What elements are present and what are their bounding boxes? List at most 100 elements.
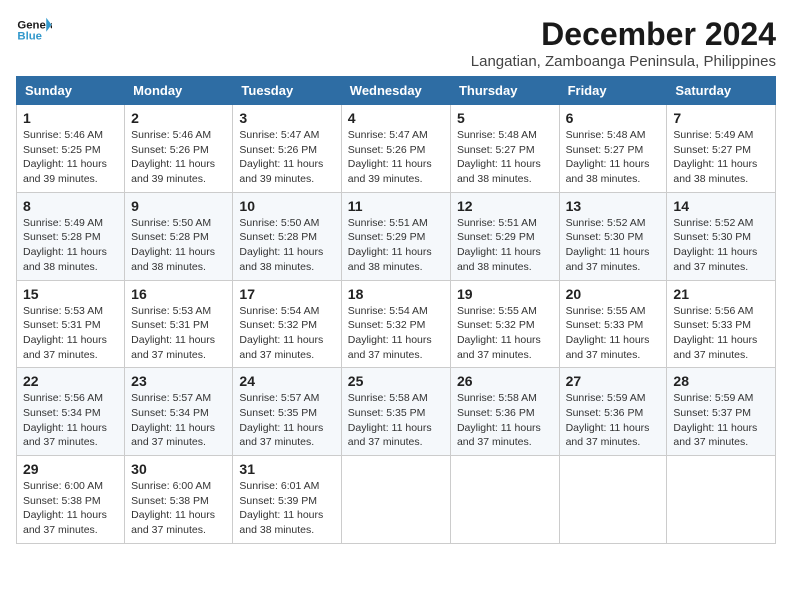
calendar-cell: 19 Sunrise: 5:55 AMSunset: 5:32 PMDayligh… [450, 280, 559, 368]
day-number: 2 [131, 110, 226, 126]
day-info: Sunrise: 5:47 AMSunset: 5:26 PMDaylight:… [348, 128, 444, 187]
day-number: 25 [348, 373, 444, 389]
day-info: Sunrise: 5:48 AMSunset: 5:27 PMDaylight:… [566, 128, 661, 187]
day-info: Sunrise: 5:57 AMSunset: 5:34 PMDaylight:… [131, 391, 226, 450]
week-row-4: 22 Sunrise: 5:56 AMSunset: 5:34 PMDayligh… [17, 368, 776, 456]
day-info: Sunrise: 5:55 AMSunset: 5:33 PMDaylight:… [566, 304, 661, 363]
weekday-header-tuesday: Tuesday [233, 77, 341, 105]
calendar-cell: 10 Sunrise: 5:50 AMSunset: 5:28 PMDayligh… [233, 192, 341, 280]
weekday-header-row: SundayMondayTuesdayWednesdayThursdayFrid… [17, 77, 776, 105]
weekday-header-friday: Friday [559, 77, 667, 105]
day-info: Sunrise: 5:47 AMSunset: 5:26 PMDaylight:… [239, 128, 334, 187]
day-number: 16 [131, 286, 226, 302]
calendar-cell: 29Sunrise: 6:00 AMSunset: 5:38 PMDayligh… [17, 456, 125, 544]
day-number: 13 [566, 198, 661, 214]
weekday-header-monday: Monday [125, 77, 233, 105]
calendar-cell: 1 Sunrise: 5:46 AMSunset: 5:25 PMDaylight… [17, 105, 125, 193]
calendar-cell: 15 Sunrise: 5:53 AMSunset: 5:31 PMDayligh… [17, 280, 125, 368]
calendar-cell: 5 Sunrise: 5:48 AMSunset: 5:27 PMDaylight… [450, 105, 559, 193]
day-info: Sunrise: 5:56 AMSunset: 5:34 PMDaylight:… [23, 391, 118, 450]
day-number: 22 [23, 373, 118, 389]
day-info: Sunrise: 5:53 AMSunset: 5:31 PMDaylight:… [23, 304, 118, 363]
calendar-cell: 9 Sunrise: 5:50 AMSunset: 5:28 PMDaylight… [125, 192, 233, 280]
calendar-cell: 13 Sunrise: 5:52 AMSunset: 5:30 PMDayligh… [559, 192, 667, 280]
calendar-cell: 31Sunrise: 6:01 AMSunset: 5:39 PMDayligh… [233, 456, 341, 544]
day-info: Sunrise: 5:52 AMSunset: 5:30 PMDaylight:… [673, 216, 769, 275]
calendar-cell: 26Sunrise: 5:58 AMSunset: 5:36 PMDayligh… [450, 368, 559, 456]
day-info: Sunrise: 5:46 AMSunset: 5:25 PMDaylight:… [23, 128, 118, 187]
logo: General Blue [16, 16, 52, 44]
day-number: 18 [348, 286, 444, 302]
calendar-cell: 16 Sunrise: 5:53 AMSunset: 5:31 PMDayligh… [125, 280, 233, 368]
calendar-cell [341, 456, 450, 544]
day-number: 21 [673, 286, 769, 302]
day-number: 17 [239, 286, 334, 302]
day-number: 10 [239, 198, 334, 214]
day-info: Sunrise: 5:55 AMSunset: 5:32 PMDaylight:… [457, 304, 553, 363]
day-number: 12 [457, 198, 553, 214]
day-info: Sunrise: 5:53 AMSunset: 5:31 PMDaylight:… [131, 304, 226, 363]
logo-icon: General Blue [16, 16, 52, 44]
day-info: Sunrise: 5:51 AMSunset: 5:29 PMDaylight:… [348, 216, 444, 275]
day-number: 9 [131, 198, 226, 214]
calendar-cell: 7 Sunrise: 5:49 AMSunset: 5:27 PMDaylight… [667, 105, 776, 193]
calendar-cell: 20 Sunrise: 5:55 AMSunset: 5:33 PMDayligh… [559, 280, 667, 368]
day-info: Sunrise: 5:52 AMSunset: 5:30 PMDaylight:… [566, 216, 661, 275]
day-info: Sunrise: 5:54 AMSunset: 5:32 PMDaylight:… [348, 304, 444, 363]
day-number: 3 [239, 110, 334, 126]
day-number: 1 [23, 110, 118, 126]
weekday-header-wednesday: Wednesday [341, 77, 450, 105]
day-info: Sunrise: 5:49 AMSunset: 5:27 PMDaylight:… [673, 128, 769, 187]
day-info: Sunrise: 5:58 AMSunset: 5:36 PMDaylight:… [457, 391, 553, 450]
day-number: 14 [673, 198, 769, 214]
day-info: Sunrise: 5:54 AMSunset: 5:32 PMDaylight:… [239, 304, 334, 363]
day-number: 7 [673, 110, 769, 126]
day-number: 11 [348, 198, 444, 214]
day-info: Sunrise: 5:59 AMSunset: 5:36 PMDaylight:… [566, 391, 661, 450]
calendar-cell: 18 Sunrise: 5:54 AMSunset: 5:32 PMDayligh… [341, 280, 450, 368]
week-row-5: 29Sunrise: 6:00 AMSunset: 5:38 PMDayligh… [17, 456, 776, 544]
day-info: Sunrise: 5:58 AMSunset: 5:35 PMDaylight:… [348, 391, 444, 450]
calendar-cell: 12 Sunrise: 5:51 AMSunset: 5:29 PMDayligh… [450, 192, 559, 280]
calendar-cell: 6Sunrise: 5:48 AMSunset: 5:27 PMDaylight… [559, 105, 667, 193]
calendar-cell: 23 Sunrise: 5:57 AMSunset: 5:34 PMDayligh… [125, 368, 233, 456]
day-number: 15 [23, 286, 118, 302]
calendar-cell: 2 Sunrise: 5:46 AMSunset: 5:26 PMDaylight… [125, 105, 233, 193]
day-number: 19 [457, 286, 553, 302]
day-number: 5 [457, 110, 553, 126]
svg-text:Blue: Blue [17, 31, 42, 43]
week-row-2: 8 Sunrise: 5:49 AMSunset: 5:28 PMDaylight… [17, 192, 776, 280]
day-number: 4 [348, 110, 444, 126]
day-info: Sunrise: 5:59 AMSunset: 5:37 PMDaylight:… [673, 391, 769, 450]
location-title: Langatian, Zamboanga Peninsula, Philippi… [471, 53, 776, 70]
calendar-cell: 27 Sunrise: 5:59 AMSunset: 5:36 PMDayligh… [559, 368, 667, 456]
day-info: Sunrise: 5:51 AMSunset: 5:29 PMDaylight:… [457, 216, 553, 275]
calendar-cell: 4 Sunrise: 5:47 AMSunset: 5:26 PMDaylight… [341, 105, 450, 193]
calendar-cell: 24Sunrise: 5:57 AMSunset: 5:35 PMDayligh… [233, 368, 341, 456]
calendar-cell [667, 456, 776, 544]
day-info: Sunrise: 5:50 AMSunset: 5:28 PMDaylight:… [131, 216, 226, 275]
day-info: Sunrise: 5:49 AMSunset: 5:28 PMDaylight:… [23, 216, 118, 275]
calendar-cell: 25 Sunrise: 5:58 AMSunset: 5:35 PMDayligh… [341, 368, 450, 456]
day-number: 24 [239, 373, 334, 389]
week-row-1: 1 Sunrise: 5:46 AMSunset: 5:25 PMDaylight… [17, 105, 776, 193]
calendar-cell: 30Sunrise: 6:00 AMSunset: 5:38 PMDayligh… [125, 456, 233, 544]
day-info: Sunrise: 5:50 AMSunset: 5:28 PMDaylight:… [239, 216, 334, 275]
calendar-cell: 3 Sunrise: 5:47 AMSunset: 5:26 PMDaylight… [233, 105, 341, 193]
day-number: 8 [23, 198, 118, 214]
day-info: Sunrise: 5:46 AMSunset: 5:26 PMDaylight:… [131, 128, 226, 187]
calendar-cell: 11 Sunrise: 5:51 AMSunset: 5:29 PMDayligh… [341, 192, 450, 280]
month-title: December 2024 [471, 16, 776, 53]
day-number: 23 [131, 373, 226, 389]
day-number: 27 [566, 373, 661, 389]
day-info: Sunrise: 5:56 AMSunset: 5:33 PMDaylight:… [673, 304, 769, 363]
calendar-table: SundayMondayTuesdayWednesdayThursdayFrid… [16, 76, 776, 544]
day-info: Sunrise: 5:48 AMSunset: 5:27 PMDaylight:… [457, 128, 553, 187]
title-area: December 2024 Langatian, Zamboanga Penin… [471, 16, 776, 70]
calendar-cell: 14 Sunrise: 5:52 AMSunset: 5:30 PMDayligh… [667, 192, 776, 280]
day-number: 20 [566, 286, 661, 302]
day-info: Sunrise: 6:00 AMSunset: 5:38 PMDaylight:… [131, 479, 226, 538]
calendar-cell: 22 Sunrise: 5:56 AMSunset: 5:34 PMDayligh… [17, 368, 125, 456]
calendar-cell: 8 Sunrise: 5:49 AMSunset: 5:28 PMDaylight… [17, 192, 125, 280]
calendar-cell: 28Sunrise: 5:59 AMSunset: 5:37 PMDayligh… [667, 368, 776, 456]
